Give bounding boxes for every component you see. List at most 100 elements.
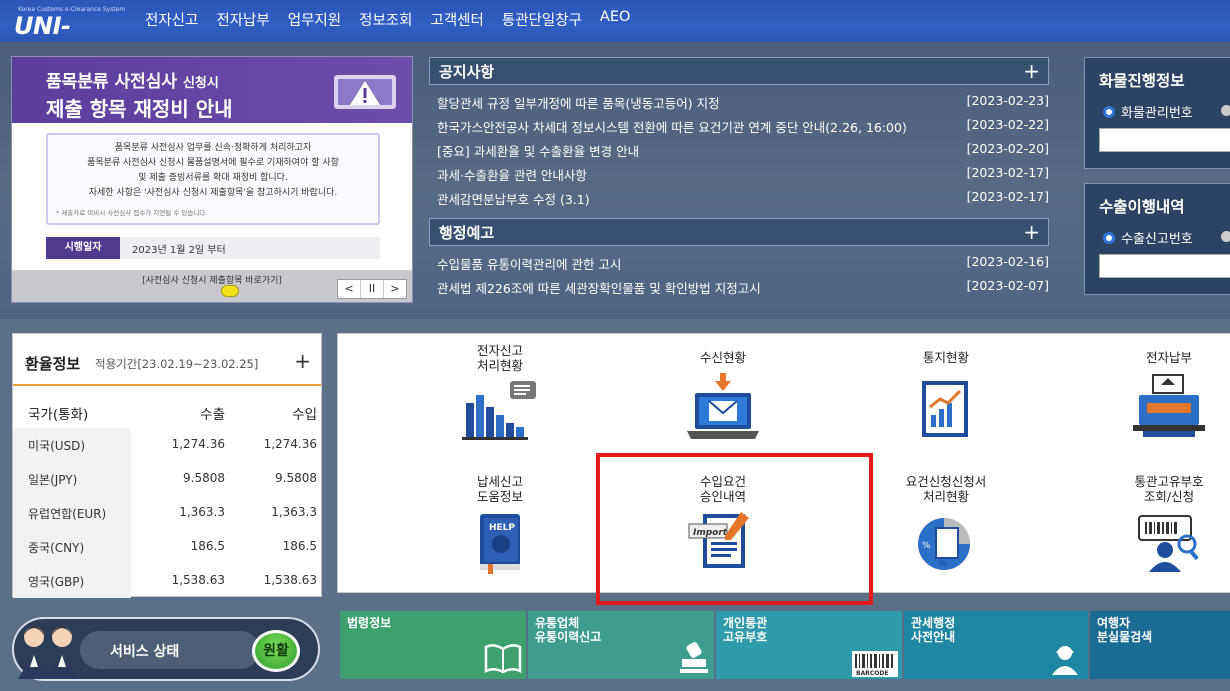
exchange-rate-period: 적용기간[23.02.19~23.02.25] (95, 357, 259, 371)
notice-text: 과세·수출환율 관련 안내사항 (437, 168, 587, 183)
nav-item-e-declaration[interactable]: 전자신고 (145, 9, 198, 30)
cell-country: 유럽연합(EUR) (28, 507, 107, 521)
banner-pause-button[interactable]: II (361, 280, 384, 298)
notice-text: 할당관세 규정 일부개정에 따른 품목(냉동고등어) 지정 (437, 96, 720, 111)
cargo-number-input[interactable] (1099, 128, 1230, 152)
promo-banner[interactable]: 품목분류 사전심사 신청시 제출 항목 재정비 안내 품목분류 사전심사 업무를… (11, 56, 413, 303)
table-row: 중국(CNY) 186.5 186.5 (13, 530, 321, 564)
radio-selected-icon[interactable] (1103, 106, 1115, 118)
admin-notice-item[interactable]: 관세법 제226조에 따른 세관장확인물품 및 확인방법 지정고시 [2023-0… (437, 275, 1049, 299)
banner-date-tag: 시행일자 (46, 237, 120, 259)
service-status-indicator: 원활 (252, 630, 300, 672)
service-label: 전자납부 (1145, 350, 1192, 365)
help-book-icon: HELP (480, 514, 520, 574)
admin-notice-item[interactable]: 수입물품 유통이력관리에 관한 고시 [2023-02-16] (437, 251, 1049, 275)
notice-item[interactable]: 할당관세 규정 일부개정에 따른 품목(냉동고등어) 지정 [2023-02-23… (437, 90, 1049, 114)
export-number-input[interactable] (1099, 254, 1230, 278)
cell-import: 1,274.36 (263, 437, 317, 451)
service-receive-status[interactable]: 수신현황 (638, 350, 808, 441)
radio-selected-icon[interactable] (1103, 232, 1115, 244)
export-radio-option[interactable]: 수출신고번호 (1103, 228, 1193, 247)
notice-item[interactable]: 과세·수출환율 관련 안내사항 [2023-02-17] (437, 162, 1049, 186)
radio-unselected-icon[interactable] (1221, 231, 1230, 242)
service-tax-help[interactable]: 납세신고 도움정보 HELP (415, 474, 585, 574)
admin-notice-date: [2023-02-07] (966, 278, 1049, 293)
barcode-icon: BARCODE (852, 651, 898, 677)
banner-body-line: 품목분류 사전심사 신청시 물품설명서에 필수로 기재하여야 할 사항 (87, 158, 339, 168)
cargo-tracking-panel: 화물진행정보 화물관리번호 (1084, 57, 1230, 169)
notices-header: 공지사항 + (429, 57, 1049, 85)
banner-title-line1: 품목분류 사전심사 신청시 (46, 72, 219, 92)
service-customs-id-lookup[interactable]: 통관고유부호 조회/신청 (1084, 474, 1230, 574)
banner-controls: < II > (337, 279, 407, 299)
cargo-radio-option[interactable]: 화물관리번호 (1103, 102, 1193, 121)
table-row: 영국(GBP) 1,538.63 1,538.63 (13, 564, 321, 598)
service-label: 도움정보 (476, 489, 523, 504)
radio-unselected-icon[interactable] (1221, 105, 1230, 116)
nav-item-e-payment[interactable]: 전자납부 (216, 9, 269, 30)
nav-item-aeo[interactable]: AEO (600, 9, 631, 30)
cell-import: 186.5 (282, 539, 317, 553)
report-document-icon (922, 381, 968, 437)
main-menu: 전자신고 전자납부 업무지원 정보조회 고객센터 통관단일창구 AEO (145, 9, 648, 30)
cell-import: 1,538.63 (263, 573, 317, 587)
notice-item[interactable]: [중요] 과세환율 및 수출환율 변경 안내 [2023-02-20] (437, 138, 1049, 162)
banner-next-button[interactable]: > (384, 280, 406, 298)
banner-body-line: 자세한 사항은 '사전심사 신청시 제출항목'을 참고하시기 바랍니다. (88, 188, 338, 198)
payment-terminal-icon (1133, 374, 1205, 437)
service-label: 처리현황 (922, 489, 969, 504)
banner-pager-dot[interactable] (221, 285, 239, 297)
notice-item[interactable]: 한국가스안전공사 차세대 정보시스템 전환에 따른 요건기관 연계 중단 안내(… (437, 114, 1049, 138)
nav-item-single-window[interactable]: 통관단일창구 (502, 9, 582, 30)
cell-country: 영국(GBP) (28, 575, 85, 589)
service-requirement-application-status[interactable]: 요건신청신청서 처리현황 % % (861, 474, 1031, 574)
service-e-payment[interactable]: 전자납부 (1084, 350, 1230, 441)
admin-notices-more-button[interactable]: + (1023, 220, 1040, 244)
counselor-icon (1052, 646, 1078, 675)
notices-more-button[interactable]: + (1023, 59, 1040, 83)
cell-import: 9.5808 (275, 471, 317, 485)
exchange-rate-more-button[interactable]: + (294, 349, 311, 373)
col-export: 수출 (200, 407, 225, 423)
admin-notice-date: [2023-02-16] (966, 254, 1049, 269)
notice-item[interactable]: 관세감면분납부호 수정 (3.1) [2023-02-17] (437, 186, 1049, 210)
open-book-icon (484, 644, 522, 674)
quick-link-label: 유통업체 유통이력신고 (535, 616, 602, 644)
quick-link-lost-and-found[interactable]: 여행자 분실물검색 (1090, 611, 1230, 679)
nav-item-work-support[interactable]: 업무지원 (288, 9, 341, 30)
notice-text: 관세감면분납부호 수정 (3.1) (437, 192, 590, 207)
cell-country: 미국(USD) (28, 439, 86, 453)
quick-link-personal-customs-code[interactable]: 개인통관 고유부호 BARCODE (716, 611, 902, 679)
nav-item-info-lookup[interactable]: 정보조회 (359, 9, 412, 30)
person-search-icon (1138, 515, 1199, 572)
notices-title[interactable]: 공지사항 (439, 61, 494, 82)
service-label: 수신현황 (699, 350, 746, 365)
col-import: 수입 (292, 407, 317, 423)
banner-date-text: 2023년 1월 2일 부터 (132, 245, 226, 256)
table-row: 미국(USD) 1,274.36 1,274.36 (13, 428, 321, 462)
banner-note: * 제출자료 미비시 사전심사 접수가 지연될 수 있습니다. (56, 209, 208, 217)
banner-body-line: 및 제출 증빙서류를 확대 재정비 합니다. (138, 173, 288, 183)
nav-item-customer-center[interactable]: 고객센터 (431, 9, 484, 30)
svg-text:%: % (938, 559, 947, 569)
bar-chart-icon (462, 381, 536, 440)
quick-link-customs-guide[interactable]: 관세행정 사전안내 (904, 611, 1088, 679)
notice-date: [2023-02-23] (966, 93, 1049, 108)
quick-link-label: 여행자 분실물검색 (1097, 616, 1153, 644)
service-e-declaration-status[interactable]: 전자신고 처리현황 (415, 343, 585, 441)
service-label: 통관고유부호 (1134, 474, 1204, 489)
quick-link-label: 개인통관 고유부호 (723, 616, 768, 644)
cell-country: 중국(CNY) (28, 541, 85, 555)
quick-link-label: 관세행정 사전안내 (911, 616, 956, 644)
cell-export: 1,274.36 (171, 437, 225, 451)
service-notice-status[interactable]: 통지현황 (861, 350, 1031, 441)
quick-link-law-info[interactable]: 법령정보 (340, 611, 526, 679)
service-status-label: 서비스 상태 (110, 644, 180, 660)
admin-notices-title[interactable]: 행정예고 (439, 222, 494, 243)
service-label: 처리현황 (476, 358, 523, 373)
banner-prev-button[interactable]: < (338, 280, 361, 298)
unipass-logo[interactable]: Korea Customs e-Clearance System UNI-PAS… (12, 5, 125, 68)
quick-link-distribution-report[interactable]: 유통업체 유통이력신고 (528, 611, 714, 679)
admin-notice-text: 관세법 제226조에 따른 세관장확인물품 및 확인방법 지정고시 (437, 281, 761, 296)
notice-date: [2023-02-20] (966, 141, 1049, 156)
